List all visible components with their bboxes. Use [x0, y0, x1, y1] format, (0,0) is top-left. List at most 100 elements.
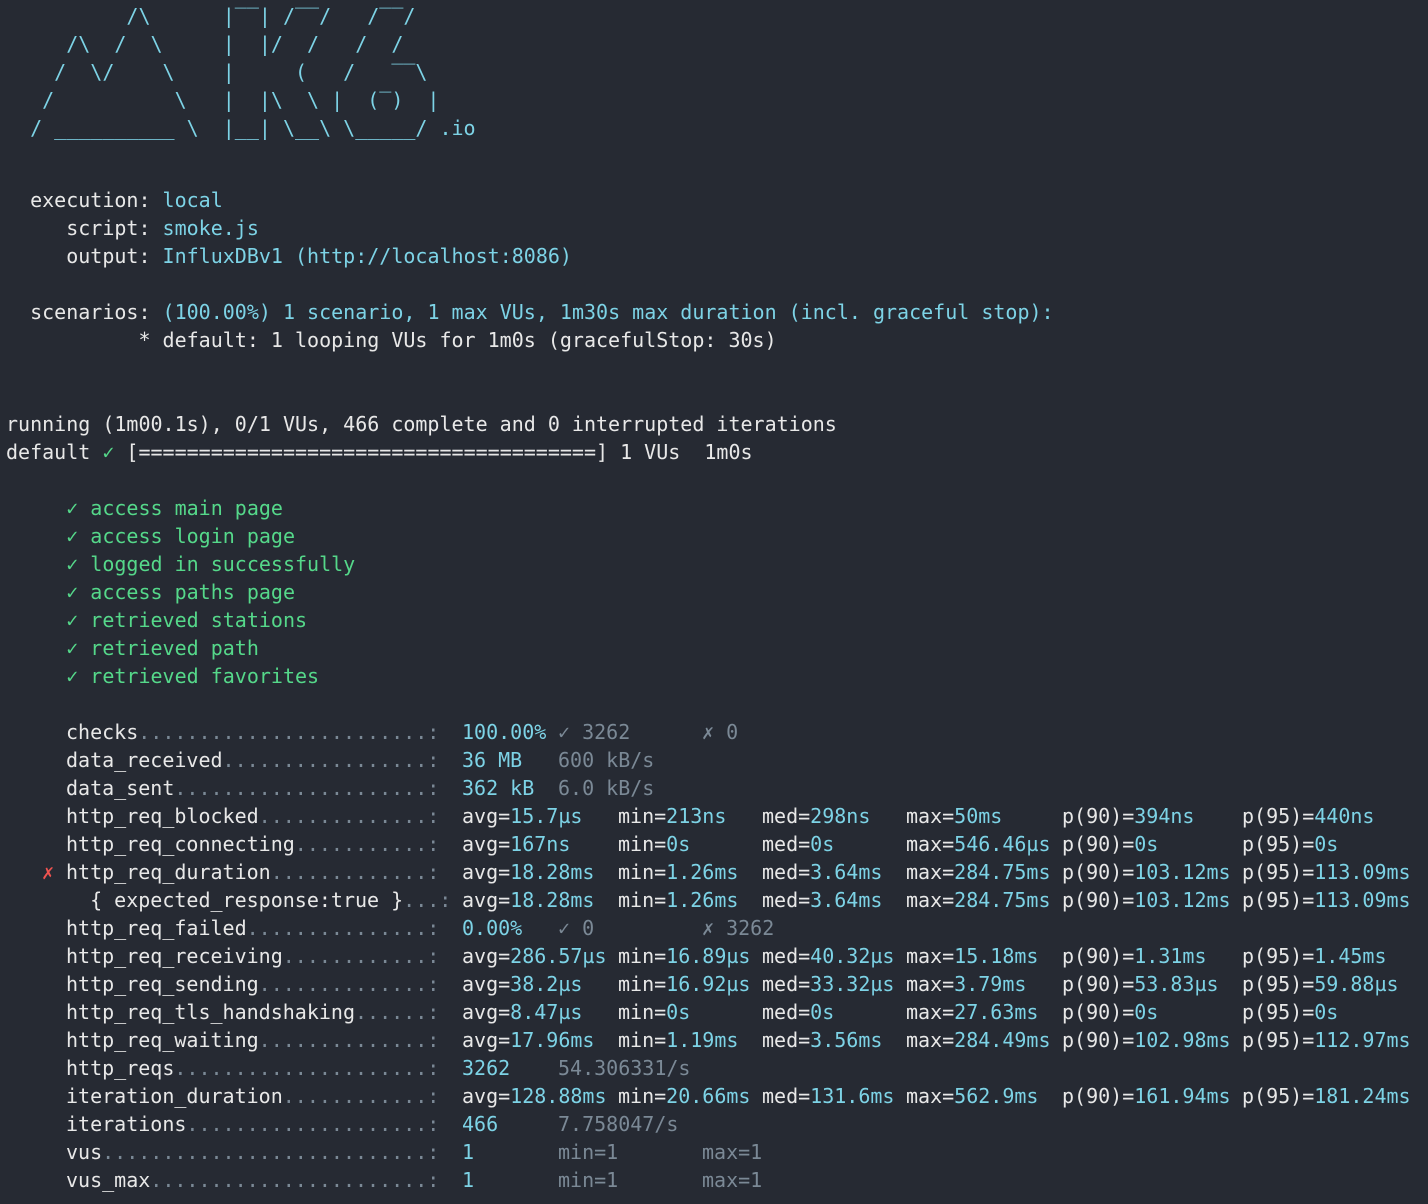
script-line: script: smoke.js — [6, 214, 259, 242]
metric-min: min=213ns — [618, 804, 727, 828]
metric-name: http_req_failed...............: — [66, 916, 440, 940]
metric-med: med=0s — [762, 832, 835, 856]
metric-name: http_req_receiving............: — [66, 944, 440, 968]
metric-med: med=131.6ms — [762, 1084, 895, 1108]
execution-value: local — [162, 188, 223, 212]
metric-value: 1 — [462, 1140, 475, 1164]
metric-name: vus_max.......................: — [66, 1168, 440, 1192]
metric-value: min=1 — [558, 1168, 619, 1192]
metric-name: http_req_blocked..............: — [66, 804, 440, 828]
metric-name: http_req_waiting..............: — [66, 1028, 440, 1052]
metric-max: max=3.79ms — [906, 972, 1027, 996]
metric-p95: p(95)=113.09ms — [1242, 860, 1411, 884]
threshold-failed-icon: ✗ — [42, 860, 55, 884]
metric-value: ✓ 3262 — [558, 720, 631, 744]
k6-logo-io: .io — [427, 116, 476, 140]
metric-p90: p(90)=1.31ms — [1062, 944, 1207, 968]
metric-p95: p(95)=181.24ms — [1242, 1084, 1411, 1108]
metric-p90: p(90)=161.94ms — [1062, 1084, 1231, 1108]
metric-min: min=1.26ms — [618, 860, 739, 884]
output-line: output: InfluxDBv1 (http://localhost:808… — [6, 242, 572, 270]
metric-avg: avg=167ns — [462, 832, 571, 856]
check-item: ✓ logged in successfully — [6, 550, 355, 578]
metric-med: med=3.64ms — [762, 888, 883, 912]
output-value: InfluxDBv1 (http://localhost:8086) — [162, 244, 572, 268]
progress-line: default ✓ [=============================… — [6, 438, 753, 466]
metric-max: max=562.9ms — [906, 1084, 1039, 1108]
metric-name: { expected_response:true }...: — [66, 888, 452, 912]
check-label: access paths page — [90, 580, 295, 604]
metric-med: med=3.56ms — [762, 1028, 883, 1052]
metric-avg: avg=15.7µs — [462, 804, 583, 828]
check-icon: ✓ — [6, 552, 91, 576]
check-label: retrieved path — [90, 636, 259, 660]
metric-min: min=0s — [618, 1000, 691, 1024]
metric-value: 7.758047/s — [558, 1112, 679, 1136]
metric-p95: p(95)=0s — [1242, 1000, 1339, 1024]
metric-value: 600 kB/s — [558, 748, 655, 772]
execution-label: execution: — [6, 188, 163, 212]
terminal-window[interactable]: /\ |‾‾| /‾‾/ /‾‾/ /\ / \ | |/ / / / / \/… — [0, 0, 1428, 1204]
output-label: output: — [6, 244, 163, 268]
metric-value: 36 MB — [462, 748, 523, 772]
metric-avg: avg=18.28ms — [462, 860, 595, 884]
metric-avg: avg=17.96ms — [462, 1028, 595, 1052]
k6-logo-art: /\ |‾‾| /‾‾/ /‾‾/ /\ / \ | |/ / / / / \/… — [30, 4, 440, 140]
check-item: ✓ access login page — [6, 522, 295, 550]
metric-p90: p(90)=53.83µs — [1062, 972, 1219, 996]
metric-name: http_req_tls_handshaking......: — [66, 1000, 440, 1024]
metric-value: 54.306331/s — [558, 1056, 691, 1080]
metric-avg: avg=38.2µs — [462, 972, 583, 996]
metric-min: min=20.66ms — [618, 1084, 751, 1108]
metric-value: 1 — [462, 1168, 475, 1192]
metric-name: checks........................: — [66, 720, 440, 744]
check-icon: ✓ — [6, 664, 91, 688]
progress-scenario-name: default — [6, 440, 103, 464]
metric-name: http_req_connecting...........: — [66, 832, 440, 856]
metric-p95: p(95)=113.09ms — [1242, 888, 1411, 912]
running-status: running (1m00.1s), 0/1 VUs, 466 complete… — [6, 412, 837, 436]
check-icon: ✓ — [6, 524, 91, 548]
metric-max: max=284.75ms — [906, 888, 1051, 912]
metric-avg: avg=8.47µs — [462, 1000, 583, 1024]
check-label: access login page — [90, 524, 295, 548]
k6-logo: /\ |‾‾| /‾‾/ /‾‾/ /\ / \ | |/ / / / / \/… — [6, 2, 476, 142]
metric-name: http_reqs.....................: — [66, 1056, 440, 1080]
execution-line: execution: local — [6, 186, 223, 214]
check-item: ✓ retrieved favorites — [6, 662, 319, 690]
metric-value: 100.00% — [462, 720, 547, 744]
metric-min: min=1.26ms — [618, 888, 739, 912]
check-item: ✓ retrieved stations — [6, 606, 307, 634]
metric-p90: p(90)=103.12ms — [1062, 888, 1231, 912]
metric-name: vus...........................: — [66, 1140, 440, 1164]
metric-name: iteration_duration............: — [66, 1084, 440, 1108]
metric-p90: p(90)=0s — [1062, 1000, 1159, 1024]
scenario-default-line: * default: 1 looping VUs for 1m0s (grace… — [6, 328, 777, 352]
metric-p95: p(95)=1.45ms — [1242, 944, 1387, 968]
metric-avg: avg=18.28ms — [462, 888, 595, 912]
metric-value: 3262 — [462, 1056, 511, 1080]
metric-p90: p(90)=394ns — [1062, 804, 1195, 828]
check-item: ✓ retrieved path — [6, 634, 259, 662]
metric-value: ✗ 3262 — [702, 916, 775, 940]
metric-value: 466 — [462, 1112, 499, 1136]
metric-p95: p(95)=440ns — [1242, 804, 1375, 828]
check-icon: ✓ — [6, 496, 91, 520]
metric-p95: p(95)=0s — [1242, 832, 1339, 856]
scenarios-label: scenarios: — [6, 300, 163, 324]
metric-max: max=50ms — [906, 804, 1003, 828]
metric-max: max=546.46µs — [906, 832, 1051, 856]
metric-avg: avg=128.88ms — [462, 1084, 607, 1108]
check-label: access main page — [90, 496, 283, 520]
check-item: ✓ access main page — [6, 494, 283, 522]
metric-value: 6.0 kB/s — [558, 776, 655, 800]
metric-max: max=284.75ms — [906, 860, 1051, 884]
check-label: retrieved stations — [90, 608, 308, 632]
metric-value: max=1 — [702, 1168, 763, 1192]
metric-med: med=0s — [762, 1000, 835, 1024]
metric-min: min=16.89µs — [618, 944, 751, 968]
script-label: script: — [6, 216, 163, 240]
metric-value: ✓ 0 — [558, 916, 595, 940]
metric-min: min=16.92µs — [618, 972, 751, 996]
metric-med: med=33.32µs — [762, 972, 895, 996]
